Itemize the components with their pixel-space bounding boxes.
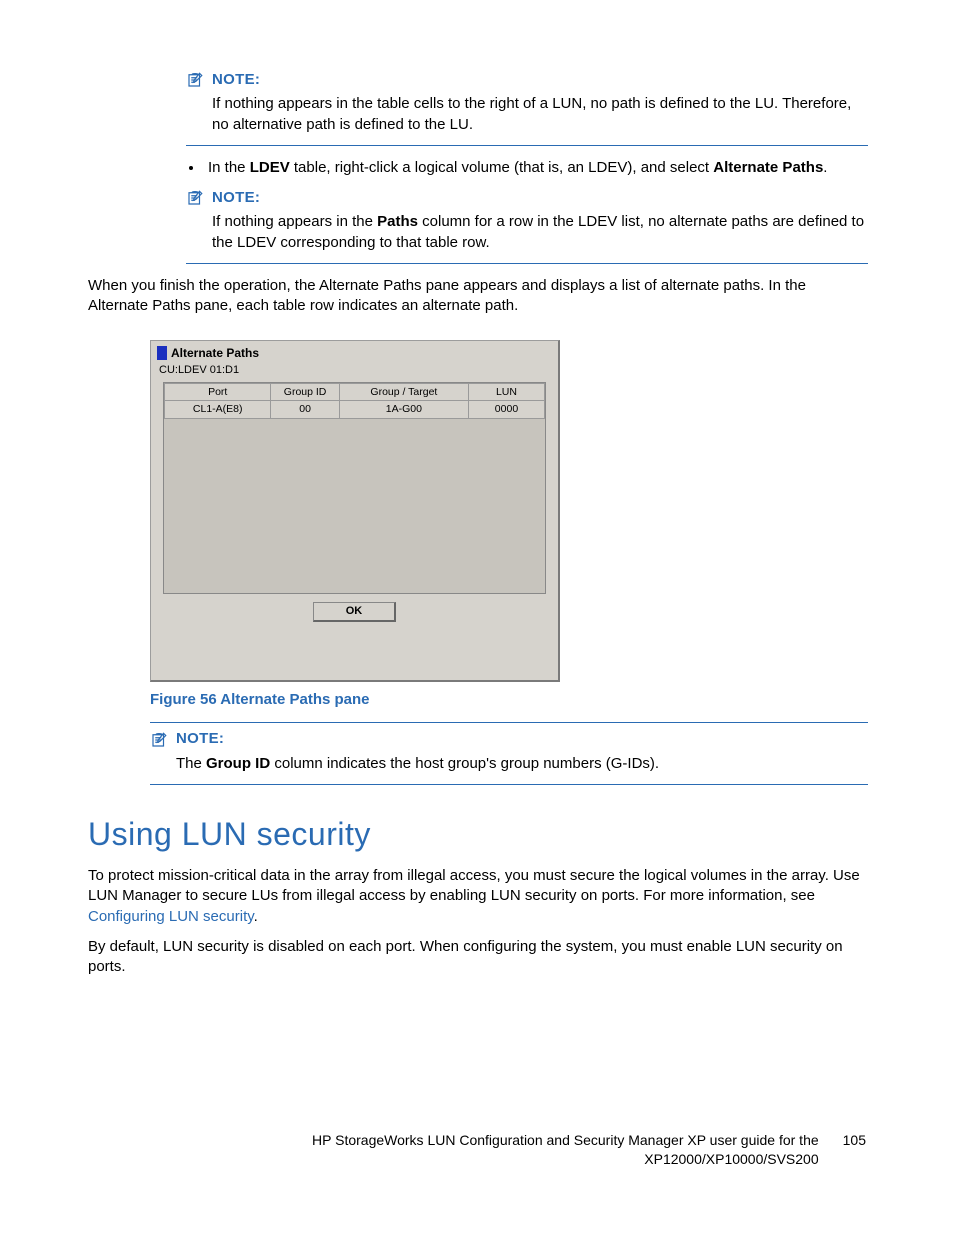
divider (150, 722, 868, 723)
body-text: In the (208, 159, 250, 176)
divider (150, 784, 868, 785)
cell-port: CL1-A(E8) (165, 401, 271, 418)
col-group-id[interactable]: Group ID (271, 384, 339, 401)
pane-title: Alternate Paths (171, 345, 259, 361)
body-text: When you finish the operation, the Alter… (88, 276, 868, 317)
note-text: If nothing appears in the table cells to… (212, 94, 868, 135)
body-text: The (176, 755, 206, 772)
bold-text: Alternate Paths (713, 159, 823, 176)
list-item: In the LDEV table, right-click a logical… (204, 158, 868, 178)
note-icon (186, 189, 204, 207)
bold-text: LDEV (250, 159, 290, 176)
divider (186, 145, 868, 146)
figure-caption: Figure 56 Alternate Paths pane (150, 690, 868, 710)
body-text: By default, LUN security is disabled on … (88, 937, 868, 978)
section-heading: Using LUN security (88, 813, 868, 856)
link-configuring-lun-security[interactable]: Configuring LUN security (88, 908, 254, 925)
page-number: 105 (843, 1131, 866, 1150)
bold-text: Group ID (206, 755, 270, 772)
table-row[interactable]: CL1-A(E8) 00 1A-G00 0000 (165, 401, 545, 418)
footer-line: HP StorageWorks LUN Configuration and Se… (312, 1131, 819, 1150)
page-footer: HP StorageWorks LUN Configuration and Se… (88, 1131, 866, 1169)
cell-group-id: 00 (271, 401, 339, 418)
body-text: . (254, 908, 258, 925)
body-text: table, right-click a logical volume (tha… (290, 159, 714, 176)
note-icon (150, 731, 168, 749)
divider (186, 263, 868, 264)
bold-text: Paths (377, 213, 418, 230)
pane-subtitle: CU:LDEV 01:D1 (159, 363, 552, 378)
pane-indicator-icon (157, 346, 167, 360)
col-lun[interactable]: LUN (468, 384, 544, 401)
note-label: NOTE: (212, 188, 260, 208)
body-text: To protect mission-critical data in the … (88, 867, 860, 904)
body-text: . (823, 159, 827, 176)
col-group-target[interactable]: Group / Target (339, 384, 468, 401)
cell-group-target: 1A-G00 (339, 401, 468, 418)
note-label: NOTE: (176, 729, 224, 749)
ok-button[interactable]: OK (313, 602, 396, 622)
paths-table: Port Group ID Group / Target LUN CL1-A(E… (163, 382, 546, 594)
note-label: NOTE: (212, 70, 260, 90)
cell-lun: 0000 (468, 401, 544, 418)
alternate-paths-pane: Alternate Paths CU:LDEV 01:D1 Port Group… (150, 340, 560, 682)
note-text: If nothing appears in the Paths column f… (212, 212, 868, 253)
table-header-row: Port Group ID Group / Target LUN (165, 384, 545, 401)
body-text: If nothing appears in the (212, 213, 377, 230)
body-text: column indicates the host group's group … (270, 755, 659, 772)
note-icon (186, 71, 204, 89)
col-port[interactable]: Port (165, 384, 271, 401)
body-text: To protect mission-critical data in the … (88, 866, 868, 927)
note-text: The Group ID column indicates the host g… (176, 754, 868, 774)
footer-line: XP12000/XP10000/SVS200 (312, 1150, 819, 1169)
